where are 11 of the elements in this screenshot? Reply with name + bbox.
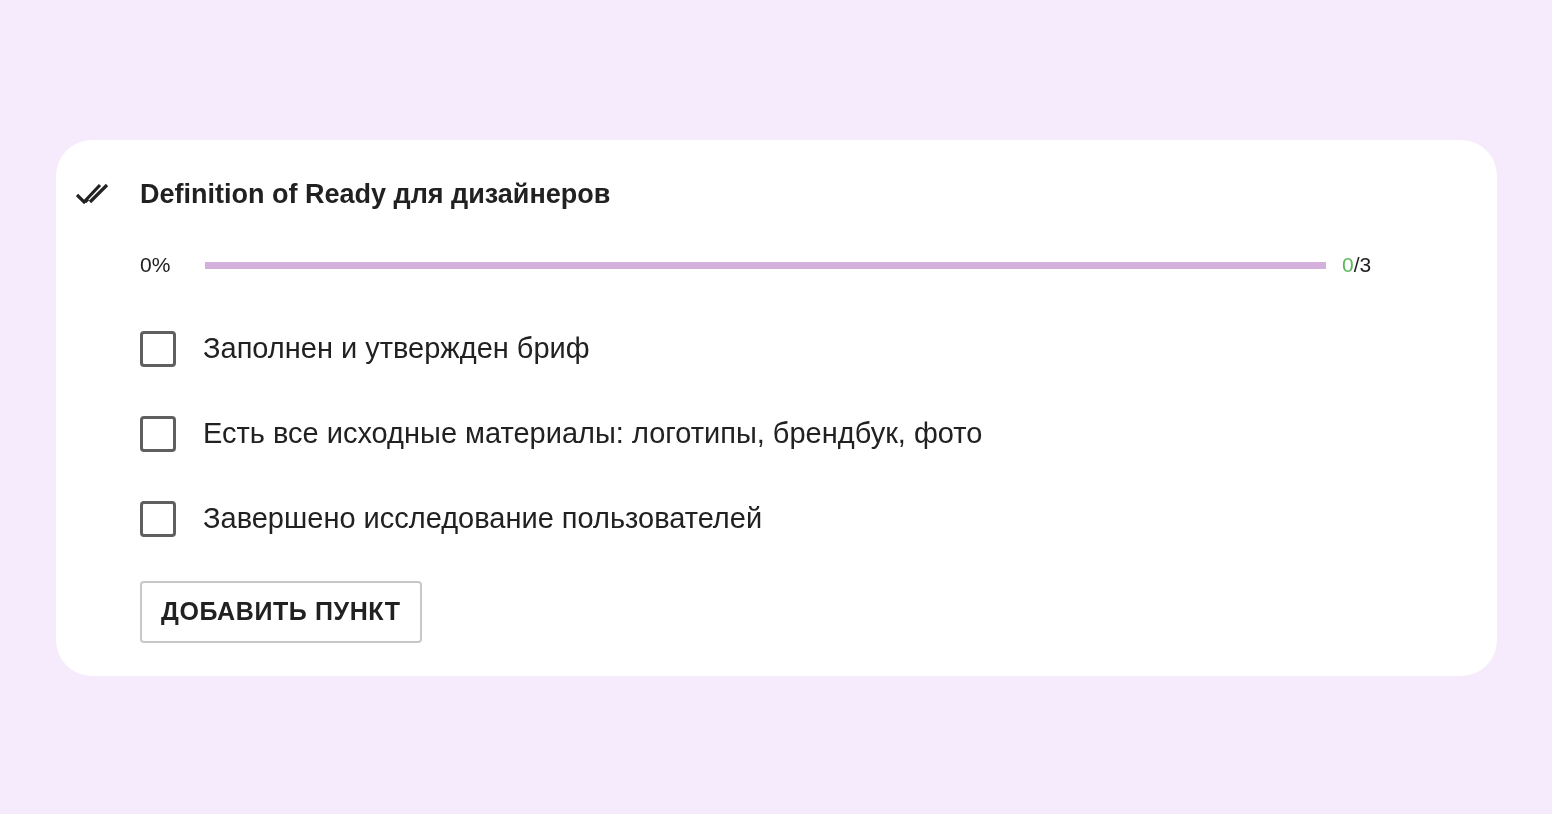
checklist-title: Definition of Ready для дизайнеров	[140, 177, 611, 211]
checkbox[interactable]	[140, 501, 176, 537]
total-count: /3	[1353, 253, 1372, 277]
checklist-item-label: Есть все исходные материалы: логотипы, брендбук, фото	[203, 416, 983, 452]
progress-percent: 0%	[140, 252, 172, 279]
checklist-item-label: Заполнен и утвержден бриф	[203, 331, 590, 367]
checklist-item-label: Завершено исследование пользователей	[203, 501, 763, 537]
checkbox[interactable]	[140, 331, 176, 367]
add-item-button[interactable]: ДОБАВИТЬ ПУНКТ	[140, 581, 422, 643]
checkbox[interactable]	[140, 416, 176, 452]
done-count: 0	[1342, 253, 1354, 277]
